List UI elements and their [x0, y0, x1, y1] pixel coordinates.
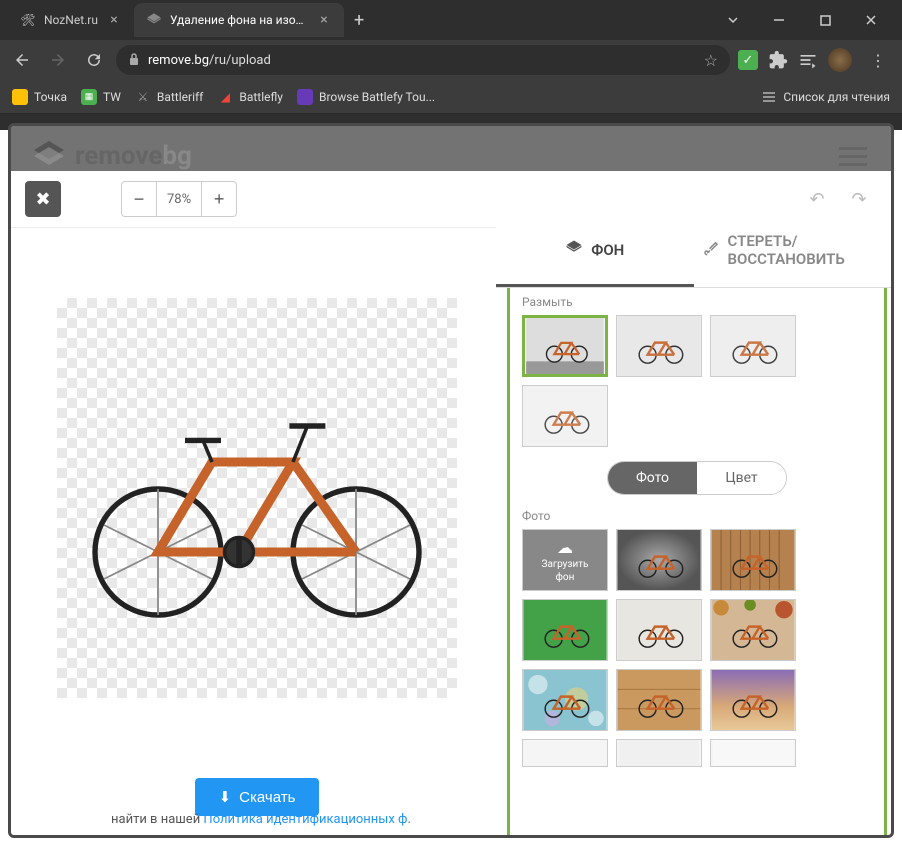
bookmark-tw[interactable]: ▦ TW — [81, 89, 121, 105]
address-bar[interactable]: remove.bg/ru/upload ☆ — [116, 45, 730, 75]
bg-thumb-white-3[interactable] — [710, 739, 796, 767]
footer-text: найти в нашей Политика идентификационных… — [111, 812, 411, 827]
cloud-upload-icon: ☁ — [557, 538, 573, 557]
blur-thumb-original[interactable] — [522, 315, 608, 377]
toggle-photo[interactable]: Фото — [608, 462, 697, 494]
extensions-icon[interactable] — [768, 50, 788, 70]
photo-color-toggle: Фото Цвет — [607, 461, 787, 495]
download-icon: ⬇ — [219, 788, 232, 806]
editor-modal: ✖ − 78% + ↶ ↷ ФОН СТЕР — [11, 171, 891, 835]
canvas-area: ⬇ Скачать — [11, 228, 503, 838]
background-sidebar: Размыть Фото Цвет Фото ☁ Загру — [507, 232, 887, 838]
layers-icon — [565, 239, 583, 261]
layers-icon — [146, 12, 162, 28]
browser-tab-noznet[interactable]: 🛠 NozNet.ru × — [8, 3, 134, 37]
upload-background-button[interactable]: ☁ Загрузить фон — [522, 529, 608, 591]
bookmark-battleriff[interactable]: ⚔ Battleriff — [135, 89, 203, 105]
editor-body: ⬇ Скачать Размыть Фото Цвет — [11, 228, 891, 838]
new-tab-button[interactable]: + — [344, 10, 374, 31]
checkmark-extension-icon[interactable]: ✓ — [738, 50, 758, 70]
page-content: removebg ✖ − 78% + ↶ ↷ ФОН — [8, 123, 894, 838]
bg-thumb-grass[interactable] — [522, 599, 608, 661]
tools-icon: 🛠 — [20, 12, 36, 28]
url-text: remove.bg/ru/upload — [148, 53, 696, 68]
layers-icon — [31, 138, 67, 174]
close-window-icon[interactable] — [848, 3, 894, 37]
brand-logo[interactable]: removebg — [31, 138, 192, 174]
brush-icon — [702, 239, 720, 261]
zoom-level: 78% — [157, 181, 201, 217]
menu-button[interactable] — [835, 143, 871, 170]
history-controls: ↶ ↷ — [799, 181, 877, 217]
playlist-icon[interactable] — [798, 50, 818, 70]
chevron-down-icon[interactable] — [710, 3, 756, 37]
close-icon[interactable]: × — [316, 12, 332, 28]
bg-thumb-gray-room[interactable] — [616, 529, 702, 591]
undo-button[interactable]: ↶ — [799, 181, 835, 217]
editor-tabs: ФОН СТЕРЕТЬ/ВОССТАНОВИТЬ — [496, 216, 891, 288]
bicycle-image — [77, 358, 437, 638]
maximize-icon[interactable] — [802, 3, 848, 37]
bg-thumb-white-2[interactable] — [616, 739, 702, 767]
blur-thumbnails — [522, 315, 872, 447]
zoom-controls: − 78% + — [121, 181, 237, 217]
download-button[interactable]: ⬇ Скачать — [195, 778, 320, 816]
photo-thumbnails: ☁ Загрузить фон — [522, 529, 872, 767]
browser-chrome: 🛠 NozNet.ru × Удаление фона на изображен… — [0, 0, 902, 130]
window-controls — [710, 3, 894, 37]
nav-bar: remove.bg/ru/upload ☆ ✓ ⋮ — [0, 40, 902, 80]
profile-avatar[interactable] — [828, 48, 852, 72]
tab-background[interactable]: ФОН — [496, 216, 694, 287]
zoom-out-button[interactable]: − — [121, 181, 157, 217]
tab-bar: 🛠 NozNet.ru × Удаление фона на изображен… — [0, 0, 902, 40]
blur-section-label: Размыть — [522, 295, 872, 309]
bg-thumb-bokeh[interactable] — [522, 669, 608, 731]
lock-icon — [128, 52, 140, 69]
toggle-color[interactable]: Цвет — [697, 462, 786, 494]
browser-tab-removebg[interactable]: Удаление фона на изображени × — [134, 3, 344, 37]
blur-thumb-high[interactable] — [522, 385, 608, 447]
reload-button[interactable] — [80, 46, 108, 74]
close-icon[interactable]: × — [106, 12, 122, 28]
photo-section-label: Фото — [522, 509, 872, 523]
bookmark-star-icon[interactable]: ☆ — [704, 51, 718, 70]
tab-title: NozNet.ru — [44, 13, 98, 27]
bg-thumb-sunset[interactable] — [710, 669, 796, 731]
blur-thumb-low[interactable] — [616, 315, 702, 377]
bookmark-icon: ▦ — [81, 89, 97, 105]
minimize-icon[interactable] — [756, 3, 802, 37]
redo-button[interactable]: ↷ — [841, 181, 877, 217]
bg-thumb-light-gray[interactable] — [616, 599, 702, 661]
bookmark-icon: ⚔ — [135, 89, 151, 105]
close-editor-button[interactable]: ✖ — [25, 181, 61, 217]
bg-thumb-wood-floor[interactable] — [616, 669, 702, 731]
bookmark-battlefly[interactable]: ◢ Battlefly — [217, 89, 283, 105]
privacy-link[interactable]: Политика идентификационных ф — [203, 812, 407, 827]
bookmark-icon: ◢ — [217, 89, 233, 105]
back-button[interactable] — [8, 46, 36, 74]
bookmark-icon — [12, 89, 28, 105]
extension-icons: ✓ ⋮ — [738, 48, 894, 72]
brand-text: removebg — [75, 141, 192, 171]
zoom-in-button[interactable]: + — [201, 181, 237, 217]
bookmark-tochka[interactable]: Точка — [12, 89, 67, 105]
bg-thumb-white-1[interactable] — [522, 739, 608, 767]
reading-list-button[interactable]: Список для чтения — [761, 89, 890, 105]
list-icon — [761, 89, 777, 105]
tab-erase-restore[interactable]: СТЕРЕТЬ/ВОССТАНОВИТЬ — [694, 216, 892, 287]
bookmark-icon — [297, 89, 313, 105]
tab-title: Удаление фона на изображени — [170, 13, 308, 27]
bg-thumb-wood-slats[interactable] — [710, 529, 796, 591]
image-canvas[interactable] — [57, 298, 457, 698]
bg-thumb-leaves[interactable] — [710, 599, 796, 661]
browser-menu-icon[interactable]: ⋮ — [862, 51, 894, 70]
forward-button[interactable] — [44, 46, 72, 74]
blur-thumb-medium[interactable] — [710, 315, 796, 377]
bookmarks-bar: Точка ▦ TW ⚔ Battleriff ◢ Battlefly Brow… — [0, 80, 902, 114]
bookmark-battlefy[interactable]: Browse Battlefy Tou... — [297, 89, 435, 105]
